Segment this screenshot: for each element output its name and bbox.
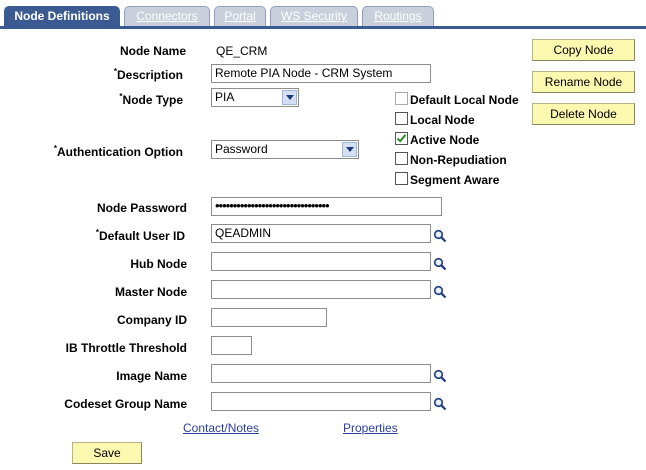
search-icon[interactable] <box>433 369 447 383</box>
hub-node-label: Hub Node <box>130 257 187 271</box>
segment-aware-label: Segment Aware <box>410 173 500 187</box>
active-node-checkbox[interactable] <box>395 132 408 145</box>
save-button[interactable]: Save <box>72 442 142 464</box>
search-icon[interactable] <box>433 285 447 299</box>
rename-node-button[interactable]: Rename Node <box>532 71 635 93</box>
default-user-id-label: *Default User ID <box>95 228 185 243</box>
node-password-label: Node Password <box>96 201 187 215</box>
tab-connectors[interactable]: Connectors <box>124 6 210 26</box>
chevron-down-icon <box>342 142 357 157</box>
node-name-value: QE_CRM <box>216 44 268 58</box>
local-node-checkbox[interactable] <box>395 112 408 125</box>
auth-option-select[interactable]: Password <box>211 140 359 159</box>
properties-link[interactable]: Properties <box>343 421 398 435</box>
company-id-input[interactable] <box>211 308 327 327</box>
non-repudiation-label: Non-Repudiation <box>410 153 507 167</box>
tab-label: Node Definitions <box>14 9 110 23</box>
ib-throttle-label: IB Throttle Threshold <box>65 341 187 355</box>
description-label: *Description <box>113 67 183 82</box>
tab-label: Routings <box>374 9 422 23</box>
tab-routings[interactable]: Routings <box>362 6 434 26</box>
node-type-selected: PIA <box>215 90 235 104</box>
auth-option-label: *Authentication Option <box>53 144 183 159</box>
active-node-label: Active Node <box>410 133 480 147</box>
search-icon[interactable] <box>433 397 447 411</box>
codeset-group-input[interactable] <box>211 392 431 411</box>
default-local-node-label: Default Local Node <box>410 93 519 107</box>
tab-ws-security[interactable]: WS Security <box>270 6 358 26</box>
ib-throttle-input[interactable] <box>211 336 252 355</box>
required-marker: * <box>113 67 117 76</box>
required-marker: * <box>53 144 58 153</box>
tab-label: Connectors <box>136 9 198 23</box>
default-local-node-checkbox[interactable] <box>395 92 408 105</box>
image-name-label: Image Name <box>116 369 187 383</box>
company-id-label: Company ID <box>116 313 187 327</box>
contact-notes-link[interactable]: Contact/Notes <box>183 421 259 435</box>
delete-node-button[interactable]: Delete Node <box>532 103 635 125</box>
master-node-label: Master Node <box>114 285 187 299</box>
tab-bar: Node Definitions Connectors Portal WS Se… <box>0 0 646 30</box>
tab-baseline <box>0 26 646 29</box>
chevron-down-icon <box>282 90 297 105</box>
image-name-input[interactable] <box>211 364 431 383</box>
tab-label: Portal <box>224 9 256 23</box>
node-type-label: *Node Type <box>119 92 183 107</box>
codeset-group-label: Codeset Group Name <box>64 397 187 411</box>
search-icon[interactable] <box>433 229 447 243</box>
master-node-input[interactable] <box>211 280 431 299</box>
required-marker: * <box>95 228 99 237</box>
hub-node-input[interactable] <box>211 252 431 271</box>
copy-node-button[interactable]: Copy Node <box>532 39 635 61</box>
node-type-select[interactable]: PIA <box>211 88 299 107</box>
auth-option-selected: Password <box>215 142 268 156</box>
default-user-id-input[interactable]: QEADMIN <box>211 224 431 243</box>
non-repudiation-checkbox[interactable] <box>395 152 408 165</box>
description-input[interactable]: Remote PIA Node - CRM System <box>211 64 431 83</box>
segment-aware-checkbox[interactable] <box>395 172 408 185</box>
tab-portal[interactable]: Portal <box>214 6 266 26</box>
node-password-input[interactable]: •••••••••••••••••••••••••••••••• <box>211 197 442 216</box>
node-name-label: Node Name <box>119 44 186 58</box>
search-icon[interactable] <box>433 257 447 271</box>
local-node-label: Local Node <box>410 113 475 127</box>
required-marker: * <box>119 92 123 101</box>
checkmark-icon <box>396 134 407 143</box>
tab-node-definitions[interactable]: Node Definitions <box>4 6 120 27</box>
tab-label: WS Security <box>280 9 347 23</box>
